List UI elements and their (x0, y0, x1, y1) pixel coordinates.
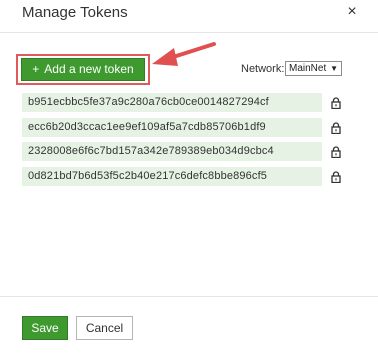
plus-icon: + (32, 62, 40, 76)
caret-down-icon: ▼ (330, 64, 338, 73)
cancel-button[interactable]: Cancel (76, 316, 133, 340)
network-label: Network: (241, 63, 285, 75)
add-token-label: Add a new token (44, 62, 134, 76)
token-row: b951ecbbc5fe37a9c280a76cb0ce0014827294cf (22, 93, 322, 112)
lock-icon[interactable] (331, 171, 341, 183)
lock-icon[interactable] (331, 97, 341, 109)
save-button[interactable]: Save (22, 316, 68, 340)
dialog-header: Manage Tokens × (0, 0, 378, 33)
pointer-arrow-icon (152, 42, 216, 66)
lock-icon[interactable] (331, 122, 341, 134)
manage-tokens-dialog: Manage Tokens × + Add a new token Network… (0, 0, 378, 364)
network-selected-value: MainNet (289, 63, 327, 74)
network-select[interactable]: MainNet ▼ (285, 61, 342, 76)
add-token-button[interactable]: + Add a new token (21, 58, 145, 81)
close-icon[interactable]: × (345, 4, 359, 20)
token-row: 0d821bd7b6d53f5c2b40e217c6defc8bbe896cf5 (22, 167, 322, 186)
lock-icon[interactable] (331, 146, 341, 158)
dialog-title: Manage Tokens (22, 4, 128, 21)
footer-divider (0, 296, 378, 297)
token-row: 2328008e6f6c7bd157a342e789389eb034d9cbc4 (22, 142, 322, 161)
token-row: ecc6b20d3ccac1ee9ef109af5a7cdb85706b1df9 (22, 118, 322, 137)
